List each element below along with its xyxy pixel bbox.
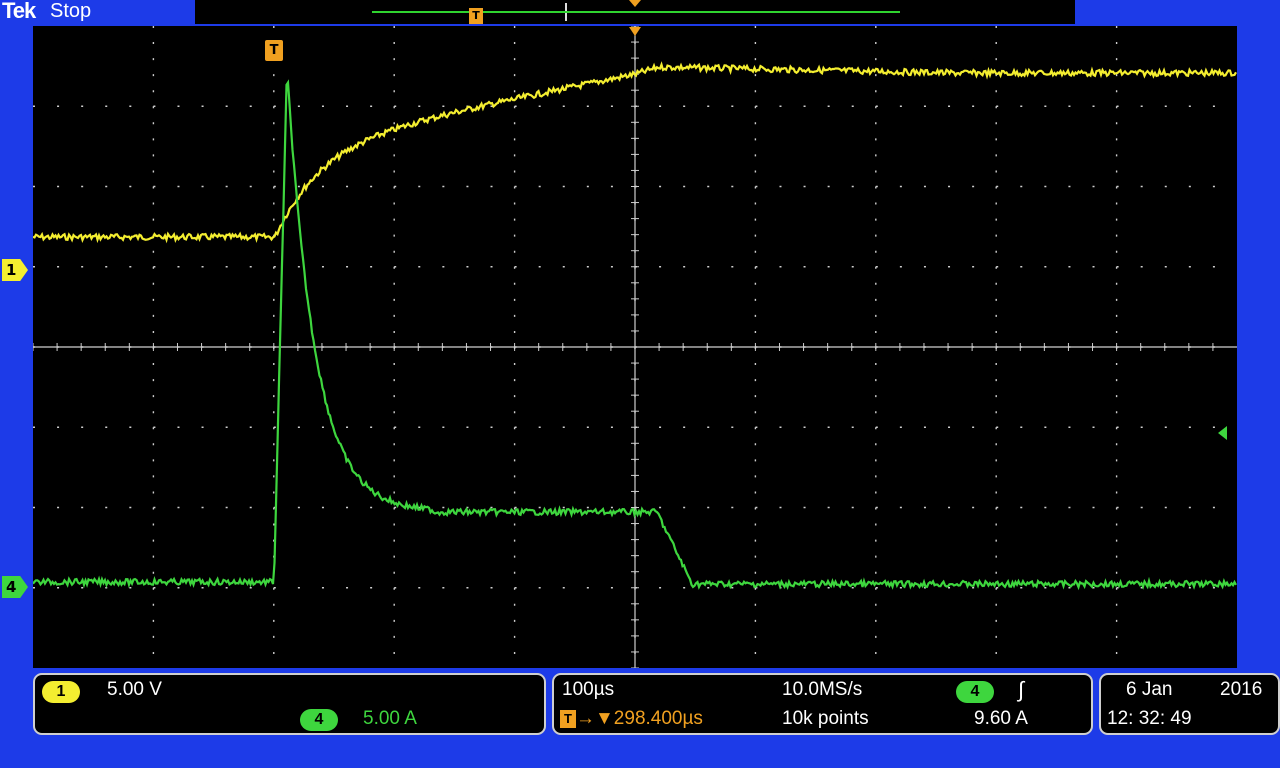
trigger-position-readout: T →▼298.400µs (560, 708, 703, 730)
ch4-scale-readout: 5.00 A (363, 708, 417, 729)
time-readout: 12: 32: 49 (1107, 708, 1192, 729)
year-readout: 2016 (1220, 679, 1263, 700)
bottom-strip (0, 738, 1280, 768)
trigger-position-value: →▼298.400µs (576, 708, 703, 729)
record-trigger-marker: T (469, 8, 483, 24)
date-readout: 6 Jan (1126, 679, 1173, 700)
ch1-scale-readout: 5.00 V (107, 679, 162, 700)
acquisition-state: Stop (50, 0, 92, 22)
waveform-display[interactable] (33, 26, 1237, 668)
brand-logo: Tek (2, 0, 36, 23)
record-expansion-point-icon (629, 0, 641, 7)
ch4-ground-marker[interactable]: 4 (2, 576, 28, 598)
vertical-readout-panel: 1 5.00 V 4 5.00 A (33, 673, 546, 735)
ch1-ground-marker[interactable]: 1 (2, 259, 28, 281)
sample-rate-readout: 10.0MS/s (782, 679, 863, 700)
graticule-and-traces (33, 26, 1237, 668)
trigger-level-icon[interactable] (1218, 426, 1227, 440)
trigger-level-readout: 9.60 A (974, 708, 1028, 729)
ch1-badge[interactable]: 1 (42, 681, 80, 703)
trigger-t-icon: T (560, 709, 576, 728)
status-bar: Tek Stop (0, 0, 195, 24)
record-window-line (372, 11, 900, 13)
date-time-panel: 6 Jan 2016 12: 32: 49 (1099, 673, 1280, 735)
horizontal-trigger-panel: 100µs 10.0MS/s T →▼298.400µs 10k points 4… (552, 673, 1093, 735)
trigger-source-badge[interactable]: 4 (956, 681, 994, 703)
trigger-position-marker[interactable]: T (265, 40, 283, 61)
ch4-badge[interactable]: 4 (300, 709, 338, 731)
rising-edge-icon: ∫ (1018, 677, 1025, 702)
record-length-readout: 10k points (782, 708, 869, 729)
status-bar-right (1075, 0, 1280, 24)
timebase-readout: 100µs (562, 679, 615, 700)
expansion-point-icon (629, 27, 641, 36)
